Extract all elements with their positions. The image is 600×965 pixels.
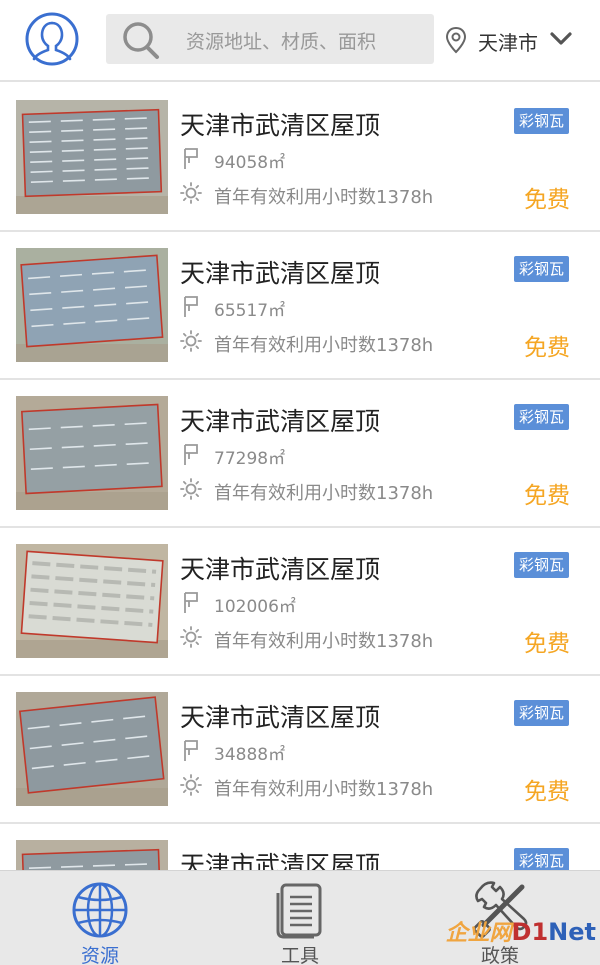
tab-resources[interactable]: 资源 bbox=[0, 871, 200, 965]
sun-icon bbox=[180, 478, 202, 500]
rooftop-thumbnail[interactable] bbox=[16, 396, 168, 510]
price-label: 免费 bbox=[524, 335, 570, 361]
rooftop-thumbnail[interactable] bbox=[16, 100, 168, 214]
list-item[interactable]: 天津市武清区屋顶 彩钢瓦 102006㎡ 首年有效利用小时数1378h 免费 bbox=[0, 528, 600, 676]
bottom-tab-bar: 资源 工具 政策 企业网D1Net bbox=[0, 870, 600, 965]
resource-list[interactable]: 天津市武清区屋顶 彩钢瓦 94058㎡ 首年有效利用小时数1378h 免费 天津… bbox=[0, 84, 600, 870]
listing-title[interactable]: 天津市武清区屋顶 bbox=[180, 402, 380, 438]
rooftop-thumbnail[interactable] bbox=[16, 840, 168, 870]
list-item[interactable]: 天津市武清区屋顶 彩钢瓦 bbox=[0, 824, 600, 870]
tab-tools[interactable]: 工具 bbox=[200, 871, 400, 965]
hours-value: 首年有效利用小时数1378h bbox=[214, 483, 434, 504]
area-value: 102006㎡ bbox=[214, 597, 296, 617]
area-icon bbox=[184, 444, 198, 465]
satellite-image bbox=[16, 840, 168, 870]
list-item[interactable]: 天津市武清区屋顶 彩钢瓦 65517㎡ 首年有效利用小时数1378h 免费 bbox=[0, 232, 600, 380]
chevron-down-icon[interactable] bbox=[548, 28, 574, 50]
rooftop-thumbnail[interactable] bbox=[16, 248, 168, 362]
satellite-image bbox=[16, 396, 168, 510]
listing-title[interactable]: 天津市武清区屋顶 bbox=[180, 254, 380, 290]
site-watermark: 企业网D1Net bbox=[446, 915, 596, 955]
search-input[interactable]: 资源地址、材质、面积 bbox=[186, 27, 376, 54]
price-label: 免费 bbox=[524, 779, 570, 805]
material-tag: 彩钢瓦 bbox=[514, 848, 570, 870]
listing-title[interactable]: 天津市武清区屋顶 bbox=[180, 550, 380, 586]
search-bar[interactable]: 资源地址、材质、面积 bbox=[106, 14, 434, 64]
rooftop-thumbnail[interactable] bbox=[16, 692, 168, 806]
watermark-cn: 企业网 bbox=[445, 921, 512, 946]
list-item[interactable]: 天津市武清区屋顶 彩钢瓦 77298㎡ 首年有效利用小时数1378h 免费 bbox=[0, 380, 600, 528]
material-tag: 彩钢瓦 bbox=[514, 700, 570, 726]
hours-value: 首年有效利用小时数1378h bbox=[214, 187, 434, 208]
top-bar: 资源地址、材质、面积 天津市 bbox=[0, 0, 600, 82]
tab-resources-label: 资源 bbox=[80, 945, 119, 965]
area-icon bbox=[184, 592, 198, 613]
sun-icon bbox=[180, 774, 202, 796]
watermark-net: Net bbox=[548, 918, 596, 946]
sun-icon bbox=[180, 182, 202, 204]
city-label[interactable]: 天津市 bbox=[478, 27, 538, 56]
list-item[interactable]: 天津市武清区屋顶 彩钢瓦 34888㎡ 首年有效利用小时数1378h 免费 bbox=[0, 676, 600, 824]
material-tag: 彩钢瓦 bbox=[514, 404, 570, 430]
sun-icon bbox=[180, 330, 202, 352]
area-value: 77298㎡ bbox=[214, 449, 286, 469]
satellite-image bbox=[16, 100, 168, 214]
satellite-image bbox=[16, 248, 168, 362]
watermark-d1: D1 bbox=[511, 918, 549, 946]
material-tag: 彩钢瓦 bbox=[514, 256, 570, 282]
globe-icon bbox=[72, 882, 128, 938]
listing-title[interactable]: 天津市武清区屋顶 bbox=[180, 698, 380, 734]
material-tag: 彩钢瓦 bbox=[514, 552, 570, 578]
document-icon bbox=[276, 883, 322, 939]
sun-icon bbox=[180, 626, 202, 648]
price-label: 免费 bbox=[524, 483, 570, 509]
satellite-image bbox=[16, 692, 168, 806]
area-value: 65517㎡ bbox=[214, 301, 286, 321]
area-value: 34888㎡ bbox=[214, 745, 286, 765]
listing-title[interactable]: 天津市武清区屋顶 bbox=[180, 846, 380, 870]
rooftop-thumbnail[interactable] bbox=[16, 544, 168, 658]
user-profile-icon[interactable] bbox=[24, 11, 80, 67]
price-label: 免费 bbox=[524, 631, 570, 657]
price-label: 免费 bbox=[524, 187, 570, 213]
list-item[interactable]: 天津市武清区屋顶 彩钢瓦 94058㎡ 首年有效利用小时数1378h 免费 bbox=[0, 84, 600, 232]
satellite-image bbox=[16, 544, 168, 658]
location-pin-icon bbox=[445, 26, 467, 54]
hours-value: 首年有效利用小时数1378h bbox=[214, 631, 434, 652]
area-icon bbox=[184, 148, 198, 169]
area-value: 94058㎡ bbox=[214, 153, 286, 173]
hours-value: 首年有效利用小时数1378h bbox=[214, 779, 434, 800]
hours-value: 首年有效利用小时数1378h bbox=[214, 335, 434, 356]
area-icon bbox=[184, 296, 198, 317]
tab-tools-label: 工具 bbox=[280, 945, 319, 965]
material-tag: 彩钢瓦 bbox=[514, 108, 570, 134]
search-icon[interactable] bbox=[118, 20, 166, 60]
area-icon bbox=[184, 740, 198, 761]
listing-title[interactable]: 天津市武清区屋顶 bbox=[180, 106, 380, 142]
